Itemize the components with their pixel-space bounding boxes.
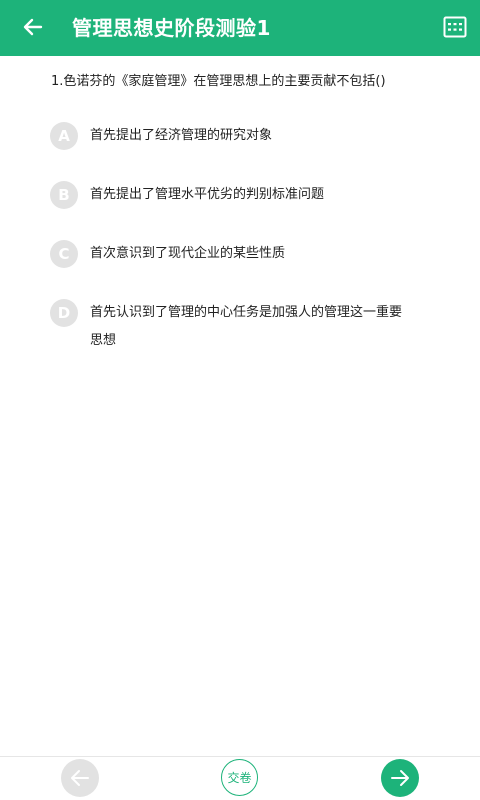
- option-letter: D: [50, 299, 78, 327]
- option-text: 首次意识到了现代企业的某些性质: [90, 246, 286, 261]
- arrow-left-icon: [23, 18, 43, 36]
- page-title: 管理思想史阶段测验1: [72, 16, 271, 40]
- option-a[interactable]: A 首先提出了经济管理的研究对象: [50, 122, 430, 150]
- option-text: 首先认识到了管理的中心任务是加强人的管理这一重要思想: [90, 305, 403, 348]
- option-text: 首先提出了经济管理的研究对象: [90, 128, 273, 143]
- option-text: 首先提出了管理水平优劣的判别标准问题: [90, 187, 325, 202]
- prev-question-button[interactable]: [61, 759, 99, 797]
- arrow-right-icon: [391, 770, 409, 786]
- arrow-left-icon: [71, 770, 89, 786]
- back-button[interactable]: [20, 14, 46, 40]
- option-b[interactable]: B 首先提出了管理水平优劣的判别标准问题: [50, 181, 430, 209]
- next-question-button[interactable]: [381, 759, 419, 797]
- header-bar: 管理思想史阶段测验1: [0, 0, 480, 56]
- answer-card-icon: [443, 16, 467, 38]
- option-letter: A: [50, 122, 78, 150]
- submit-exam-button[interactable]: 交卷: [221, 759, 258, 796]
- question-text: 1.色诺芬的《家庭管理》在管理思想上的主要贡献不包括(): [51, 74, 386, 89]
- option-d[interactable]: D 首先认识到了管理的中心任务是加强人的管理这一重要思想: [50, 299, 430, 355]
- footer-bar: 交卷: [0, 756, 480, 800]
- option-letter: C: [50, 240, 78, 268]
- option-c[interactable]: C 首次意识到了现代企业的某些性质: [50, 240, 430, 268]
- option-letter: B: [50, 181, 78, 209]
- answer-card-button[interactable]: [442, 14, 468, 40]
